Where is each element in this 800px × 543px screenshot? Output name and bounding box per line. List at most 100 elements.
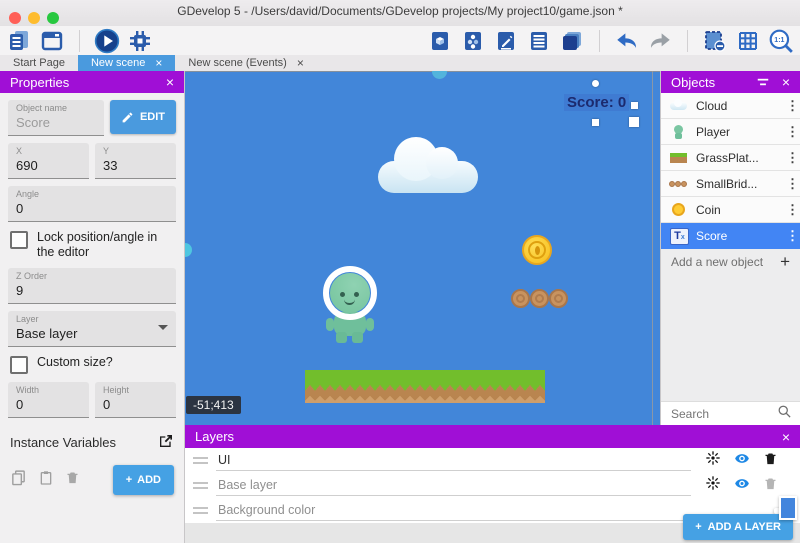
add-layer-label: ADD A LAYER (708, 521, 781, 533)
copy-icon[interactable] (10, 469, 27, 491)
close-window-button[interactable] (9, 12, 21, 24)
zoom-window-button[interactable] (47, 12, 59, 24)
tab-new-scene-events[interactable]: New scene (Events) × (175, 55, 316, 71)
object-row-coin[interactable]: Coin ⋮ (661, 197, 800, 223)
edit-scene-icon[interactable] (493, 28, 519, 54)
instances-list-icon[interactable] (526, 28, 552, 54)
scrollbar-thumb-horizontal[interactable] (432, 71, 447, 79)
selection-handle[interactable] (629, 117, 639, 127)
effects-icon[interactable] (705, 450, 721, 471)
close-panel-icon[interactable]: × (782, 429, 790, 445)
y-position-field[interactable]: Y 33 (95, 143, 176, 179)
play-preview-icon[interactable] (94, 28, 120, 54)
y-value: 33 (103, 158, 117, 173)
add-new-object-row[interactable]: Add a new object + (661, 249, 800, 275)
tab-label: New scene (Events) (188, 57, 286, 69)
layers-panel: Layers × UI Base layer (185, 425, 800, 543)
trash-icon[interactable] (65, 470, 80, 490)
object-menu-icon[interactable]: ⋮ (786, 206, 794, 214)
close-tab-icon[interactable]: × (297, 57, 304, 69)
object-menu-icon[interactable]: ⋮ (786, 232, 794, 240)
object-menu-icon[interactable]: ⋮ (786, 128, 794, 136)
debug-icon[interactable] (127, 28, 153, 54)
chevron-down-icon (158, 325, 168, 335)
selection-handle[interactable] (592, 80, 599, 87)
visibility-icon[interactable] (733, 451, 751, 471)
scene-canvas[interactable]: Score: 0 -51;413 (185, 71, 660, 425)
angle-field[interactable]: Angle 0 (8, 186, 176, 222)
deselect-instances-icon[interactable] (702, 28, 728, 54)
zoom-original-icon[interactable]: 1:1 (768, 28, 794, 54)
delete-layer-icon[interactable] (763, 451, 778, 471)
small-bridge-object[interactable] (511, 289, 568, 308)
coin-object[interactable] (522, 235, 552, 265)
scene-properties-icon[interactable] (427, 28, 453, 54)
layers-scrollbar-thumb[interactable] (779, 496, 797, 520)
selection-handle[interactable] (631, 102, 638, 109)
object-name: Player (696, 125, 779, 139)
project-manager-icon[interactable] (6, 28, 32, 54)
layer-name-input[interactable]: UI (216, 450, 691, 471)
close-panel-icon[interactable]: × (782, 74, 790, 90)
cloud-object[interactable] (378, 135, 478, 193)
layers-toolbar-icon[interactable] (559, 28, 585, 54)
layers-header: Layers × (185, 425, 800, 448)
close-panel-icon[interactable]: × (166, 74, 174, 90)
drag-handle-icon[interactable] (193, 457, 208, 464)
edit-object-button[interactable]: EDIT (110, 100, 176, 134)
scrollbar-thumb-vertical[interactable] (185, 243, 192, 257)
height-field[interactable]: Height 0 (95, 382, 176, 418)
layer-row-base[interactable]: Base layer (185, 473, 800, 498)
lock-position-checkbox[interactable] (10, 231, 28, 249)
layers-footer: + ADD A LAYER (185, 523, 800, 543)
selection-handle[interactable] (592, 119, 599, 126)
player-icon (669, 124, 689, 140)
open-in-new-icon[interactable] (158, 433, 174, 452)
drag-handle-icon[interactable] (193, 482, 208, 489)
tab-new-scene[interactable]: New scene × (78, 55, 175, 71)
object-row-smallbridge[interactable]: SmallBrid... ⋮ (661, 171, 800, 197)
grass-platform-object[interactable] (305, 370, 545, 403)
object-menu-icon[interactable]: ⋮ (786, 180, 794, 188)
search-input[interactable] (669, 406, 777, 422)
drag-handle-icon[interactable] (193, 507, 208, 514)
close-tab-icon[interactable]: × (155, 57, 162, 69)
redo-icon[interactable] (647, 28, 673, 54)
object-name: Score (696, 229, 779, 243)
object-menu-icon[interactable]: ⋮ (786, 154, 794, 162)
z-order-field[interactable]: Z Order 9 (8, 268, 176, 304)
tab-start-page[interactable]: Start Page (0, 55, 78, 71)
width-field[interactable]: Width 0 (8, 382, 89, 418)
layer-row-ui[interactable]: UI (185, 448, 800, 473)
object-menu-icon[interactable]: ⋮ (786, 102, 794, 110)
search-icon (777, 404, 792, 424)
paste-icon[interactable] (38, 470, 54, 491)
grid-icon[interactable] (735, 28, 761, 54)
layer-name-input[interactable]: Base layer (216, 475, 691, 496)
layer-select[interactable]: Layer Base layer (8, 311, 176, 347)
filter-icon[interactable] (756, 74, 770, 90)
coin-icon (669, 202, 689, 218)
minimize-window-button[interactable] (28, 12, 40, 24)
x-value: 690 (16, 158, 38, 173)
x-position-field[interactable]: X 690 (8, 143, 89, 179)
custom-size-checkbox[interactable] (10, 356, 28, 374)
title-bar: GDevelop 5 - /Users/david/Documents/GDev… (0, 0, 800, 27)
add-variable-button[interactable]: + ADD (113, 465, 174, 495)
object-row-score[interactable]: Tx Score ⋮ (661, 223, 800, 249)
score-text-object[interactable]: Score: 0 (564, 94, 629, 111)
start-page-icon[interactable] (39, 28, 65, 54)
instance-variables-title: Instance Variables (10, 435, 116, 450)
effects-icon[interactable] (705, 475, 721, 496)
object-row-cloud[interactable]: Cloud ⋮ (661, 93, 800, 119)
delete-layer-icon[interactable] (763, 476, 778, 496)
z-order-label: Z Order (16, 271, 168, 282)
object-row-player[interactable]: Player ⋮ (661, 119, 800, 145)
object-groups-icon[interactable] (460, 28, 486, 54)
add-layer-button[interactable]: + ADD A LAYER (683, 514, 793, 540)
undo-icon[interactable] (614, 28, 640, 54)
player-object[interactable] (323, 266, 377, 344)
visibility-icon[interactable] (733, 476, 751, 496)
width-value: 0 (16, 397, 23, 412)
object-row-grassplatform[interactable]: GrassPlat... ⋮ (661, 145, 800, 171)
